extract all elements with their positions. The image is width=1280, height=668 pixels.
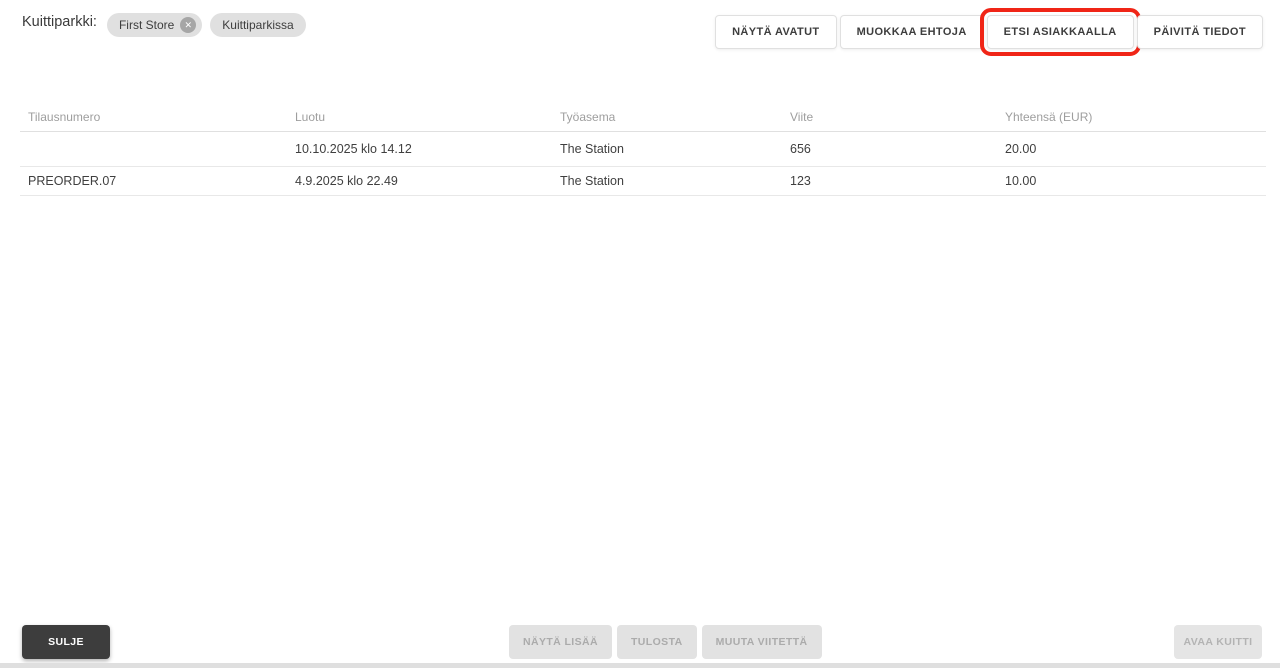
filter-area: Kuittiparkki: First Store ✕ Kuittiparkis… (22, 13, 314, 37)
column-header-tilausnumero: Tilausnumero (20, 103, 287, 132)
table-cell-viite: 656 (782, 131, 997, 167)
page-title: Kuittiparkki: (22, 14, 97, 30)
table-row[interactable]: 10.10.2025 klo 14.12 The Station 656 20.… (20, 131, 1266, 167)
table-row[interactable]: PREORDER.07 4.9.2025 klo 22.49 The Stati… (20, 166, 1266, 196)
table-cell-luotu: 4.9.2025 klo 22.49 (287, 166, 552, 196)
table-cell-yhteensa: 10.00 (997, 166, 1266, 196)
open-receipt-button[interactable]: AVAA KUITTI (1174, 625, 1262, 659)
table-cell-tilausnumero: PREORDER.07 (20, 166, 287, 196)
filter-chip-kuittiparkissa[interactable]: Kuittiparkissa (210, 13, 306, 37)
column-header-luotu: Luotu (287, 103, 552, 132)
orders-table: Tilausnumero Luotu Työasema Viite Yhteen… (20, 103, 1266, 196)
table-cell-luotu: 10.10.2025 klo 14.12 (287, 131, 552, 167)
table-cell-tilausnumero (20, 131, 287, 167)
refresh-data-button[interactable]: PÄIVITÄ TIEDOT (1136, 15, 1263, 49)
search-by-customer-button[interactable]: ETSI ASIAKKAALLA (979, 8, 1141, 56)
bottom-scrollbar (0, 663, 1280, 668)
chip-label: First Store (118, 18, 175, 32)
table-cell-tyoasema: The Station (552, 166, 782, 196)
change-reference-button[interactable]: MUUTA VIITETTÄ (701, 625, 822, 659)
chip-label: Kuittiparkissa (222, 18, 294, 32)
show-more-button[interactable]: NÄYTÄ LISÄÄ (509, 625, 612, 659)
table-header-row: Tilausnumero Luotu Työasema Viite Yhteen… (20, 103, 1266, 132)
filter-chip-first-store[interactable]: First Store ✕ (106, 13, 203, 37)
footer-center-buttons: NÄYTÄ LISÄÄ TULOSTA MUUTA VIITETTÄ (509, 625, 822, 659)
show-open-button[interactable]: NÄYTÄ AVATUT (715, 15, 837, 49)
table-cell-yhteensa: 20.00 (997, 131, 1266, 167)
footer-bar: SULJE NÄYTÄ LISÄÄ TULOSTA MUUTA VIITETTÄ… (0, 625, 1280, 659)
table-cell-tyoasema: The Station (552, 131, 782, 167)
header-action-buttons: NÄYTÄ AVATUT MUOKKAA EHTOJA ETSI ASIAKKA… (715, 8, 1263, 56)
column-header-yhteensa: Yhteensä (EUR) (997, 103, 1266, 132)
dialog-header: Kuittiparkki: First Store ✕ Kuittiparkis… (0, 0, 1280, 60)
close-button[interactable]: SULJE (22, 625, 110, 659)
column-header-viite: Viite (782, 103, 997, 132)
close-icon[interactable]: ✕ (180, 17, 197, 33)
table-cell-viite: 123 (782, 166, 997, 196)
column-header-tyoasema: Työasema (552, 103, 782, 132)
print-button[interactable]: TULOSTA (616, 625, 697, 659)
edit-terms-button[interactable]: MUOKKAA EHTOJA (839, 15, 984, 49)
